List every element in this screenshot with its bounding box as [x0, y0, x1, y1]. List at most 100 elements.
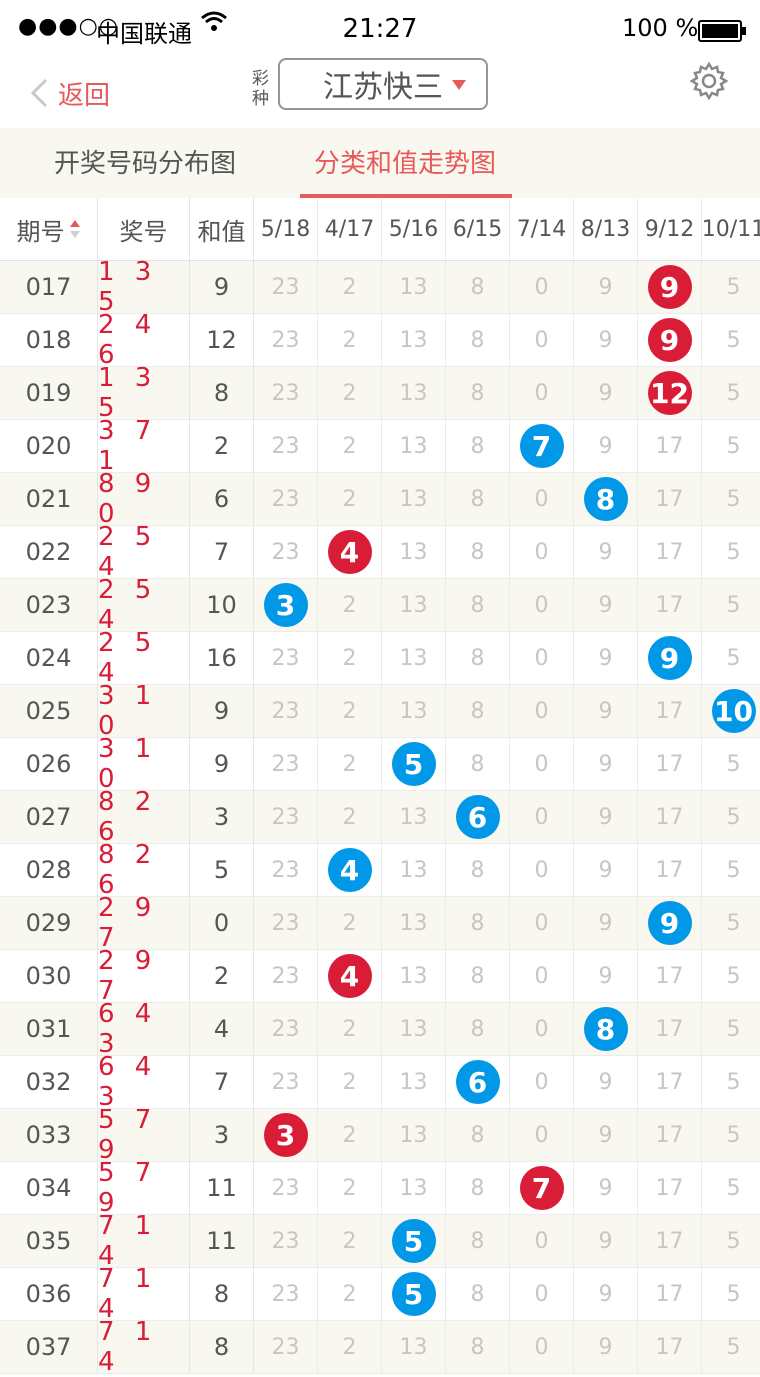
miss-cell: 2: [318, 738, 382, 790]
miss-count: 0: [534, 380, 549, 406]
miss-cell: 2: [318, 791, 382, 843]
hit-cell: 10: [702, 685, 760, 737]
miss-cell: 13: [382, 261, 446, 313]
issue-cell-text: 036: [25, 1280, 72, 1308]
miss-count: 2: [342, 1281, 357, 1307]
miss-cell: 0: [510, 1321, 574, 1373]
miss-count: 0: [534, 486, 549, 512]
miss-count: 8: [470, 1228, 485, 1254]
sum-cell: 8: [190, 1321, 254, 1373]
prize-number-cell: 3 1 0: [98, 681, 190, 741]
miss-cell: 9: [574, 1109, 638, 1161]
miss-count: 5: [726, 963, 741, 989]
miss-count: 17: [655, 1069, 684, 1095]
issue-cell-text: 033: [25, 1121, 72, 1149]
miss-cell: 9: [574, 1321, 638, 1373]
miss-count: 13: [399, 433, 428, 459]
table-row: 028 8 2 6 5 23 4 13 8 0 9 17 5: [0, 840, 760, 900]
miss-count: 2: [342, 274, 357, 300]
miss-count: 17: [655, 751, 684, 777]
miss-count: 23: [271, 1334, 300, 1360]
miss-count: 23: [271, 539, 300, 565]
miss-count: 13: [399, 592, 428, 618]
miss-cell: 0: [510, 1056, 574, 1108]
issue-cell-text: 024: [25, 644, 72, 672]
miss-cell: 0: [510, 685, 574, 737]
miss-cell: 17: [638, 1056, 702, 1108]
issue-cell: 033: [0, 1109, 98, 1161]
miss-cell: 23: [254, 473, 318, 525]
header-column: 5/16: [382, 198, 446, 260]
miss-cell: 5: [702, 1003, 760, 1055]
miss-cell: 0: [510, 1109, 574, 1161]
miss-cell: 8: [446, 685, 510, 737]
miss-count: 23: [271, 645, 300, 671]
miss-cell: 23: [254, 261, 318, 313]
miss-cell: 0: [510, 897, 574, 949]
miss-cell: 23: [254, 844, 318, 896]
hit-ball: 8: [583, 1007, 628, 1051]
miss-count: 23: [271, 1016, 300, 1042]
hit-ball: 5: [391, 742, 436, 786]
prize-number-cell-text: 6 4 3: [98, 999, 158, 1059]
miss-count: 2: [342, 1122, 357, 1148]
miss-cell: 5: [702, 261, 760, 313]
issue-cell-text: 034: [25, 1174, 72, 1202]
miss-count: 0: [534, 1122, 549, 1148]
hit-cell: 3: [254, 1109, 318, 1161]
miss-count: 8: [470, 539, 485, 565]
miss-cell: 17: [638, 1162, 702, 1214]
miss-cell: 17: [638, 685, 702, 737]
nav-bar: 返回 彩种 江苏快三: [0, 58, 760, 129]
miss-cell: 0: [510, 950, 574, 1002]
table-row: 022 2 5 4 7 23 4 13 8 0 9 17 5: [0, 522, 760, 582]
issue-cell-text: 021: [25, 485, 72, 513]
sum-cell: 11: [190, 1162, 254, 1214]
sum-cell: 2: [190, 420, 254, 472]
table-row: 032 6 4 3 7 23 2 13 6 0 9 17 5: [0, 1052, 760, 1112]
miss-cell: 8: [446, 950, 510, 1002]
miss-cell: 17: [638, 738, 702, 790]
prize-number-cell-text: 2 9 7: [98, 946, 158, 1006]
miss-count: 9: [598, 1281, 613, 1307]
miss-count: 23: [271, 751, 300, 777]
status-bar: ●●●○○ 中国联通 21:27 100 %: [0, 0, 760, 58]
miss-cell: 8: [446, 1321, 510, 1373]
miss-count: 5: [726, 1122, 741, 1148]
sum-cell: 6: [190, 473, 254, 525]
hit-cell: 6: [446, 1056, 510, 1108]
prize-number-cell: 3 7 1: [98, 416, 190, 476]
miss-cell: 13: [382, 1162, 446, 1214]
tab-distribution[interactable]: 开奖号码分布图: [54, 128, 236, 198]
hit-ball: 9: [647, 636, 692, 680]
miss-count: 5: [726, 645, 741, 671]
header-column: 8/13: [574, 198, 638, 260]
hit-cell: 8: [574, 473, 638, 525]
issue-cell: 025: [0, 685, 98, 737]
sum-cell-text: 10: [206, 591, 237, 619]
hit-cell: 8: [574, 1003, 638, 1055]
hit-cell: 3: [254, 579, 318, 631]
miss-cell: 13: [382, 526, 446, 578]
gear-icon[interactable]: [688, 60, 730, 102]
miss-cell: 5: [702, 632, 760, 684]
miss-cell: 23: [254, 950, 318, 1002]
miss-count: 8: [470, 486, 485, 512]
prize-number-cell-text: 8 9 0: [98, 469, 158, 529]
header-column: 9/12: [638, 198, 702, 260]
header-issue[interactable]: 期号: [0, 198, 98, 260]
hit-ball: 4: [327, 848, 372, 892]
tab-sum-trend[interactable]: 分类和值走势图: [314, 128, 496, 198]
back-button[interactable]: 返回: [30, 66, 110, 120]
miss-cell: 13: [382, 579, 446, 631]
hit-cell: 6: [446, 791, 510, 843]
miss-cell: 9: [574, 738, 638, 790]
miss-count: 13: [399, 645, 428, 671]
miss-count: 5: [726, 1016, 741, 1042]
header-issue-label: 期号: [16, 217, 65, 246]
header-number: 奖号: [98, 198, 190, 260]
miss-count: 8: [470, 751, 485, 777]
sum-cell: 5: [190, 844, 254, 896]
miss-cell: 8: [446, 261, 510, 313]
miss-cell: 13: [382, 314, 446, 366]
